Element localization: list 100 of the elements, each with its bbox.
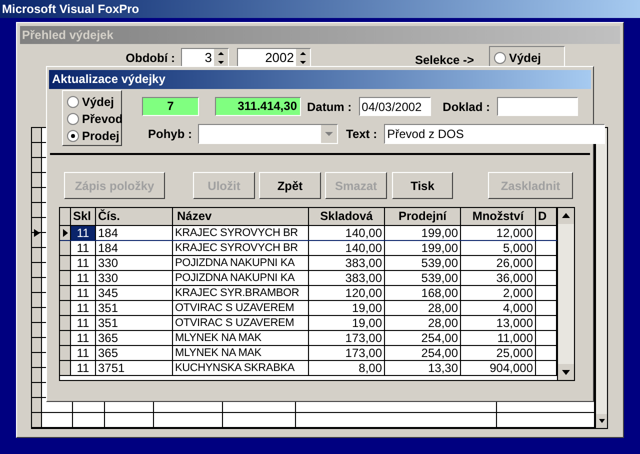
table-cell: 25,000 — [461, 346, 536, 360]
table-cell: 11 — [71, 241, 96, 255]
table-cell: 19,00 — [309, 301, 385, 315]
table-cell: 3751 — [96, 361, 173, 375]
date-field[interactable]: 04/03/2002 — [358, 97, 431, 116]
table-cell: 184 — [96, 241, 173, 255]
table-cell: 11 — [71, 286, 96, 300]
dialog-title-bar: Aktualizace výdejky — [49, 70, 591, 89]
table-row[interactable]: 11 184 KRAJEC SYROVYCH BR 140,00 199,00 12,000 — [60, 226, 557, 241]
radio-button[interactable] — [67, 96, 79, 108]
row-header-cell[interactable] — [60, 301, 71, 315]
scrollbar[interactable] — [557, 208, 574, 380]
spinner-field[interactable]: 2002 — [237, 48, 311, 68]
table-cell: 254,00 — [385, 331, 461, 345]
table-row[interactable]: 11 345 KRAJEC SYR.BRAMBOR 120,00 168,00 2,000 — [60, 286, 557, 301]
table-cell: 351 — [96, 316, 173, 330]
table-cell: 330 — [96, 256, 173, 270]
document-label: Doklad : — [442, 98, 490, 116]
table-cell: 28,00 — [385, 316, 461, 330]
table-row[interactable]: 11 351 OTVIRAC S UZAVEREM 19,00 28,00 4,000 — [60, 301, 557, 316]
window-title: Přehled výdejek — [20, 26, 620, 44]
total-field: 311.414,30 — [215, 97, 301, 116]
table-cell: OTVIRAC S UZAVEREM — [173, 301, 309, 315]
table-cell: 13,30 — [385, 361, 461, 375]
spinner-field[interactable]: 3 — [181, 48, 229, 68]
row-header-cell[interactable] — [60, 271, 71, 285]
radio-button[interactable] — [494, 52, 506, 64]
table-cell: KUCHYNSKA SKRABKA — [173, 361, 309, 375]
table-row[interactable]: 11 365 MLYNEK NA MAK 173,00 254,00 25,000 — [60, 346, 557, 361]
column-header[interactable]: Název — [173, 208, 309, 225]
table-cell: MLYNEK NA MAK — [173, 346, 309, 360]
selection-label: Selekce -> — [415, 52, 474, 69]
row-header-cell[interactable] — [60, 241, 71, 255]
column-header[interactable]: Skladová — [309, 208, 385, 225]
table-cell: 13,000 — [461, 316, 536, 330]
table-cell: 2,000 — [461, 286, 536, 300]
table-cell: 383,00 — [309, 256, 385, 270]
row-header-cell[interactable] — [60, 331, 71, 345]
table-cell: 168,00 — [385, 286, 461, 300]
table-cell: 11 — [71, 361, 96, 375]
table-cell: POJIZDNA NAKUPNI KA — [173, 256, 309, 270]
document-field[interactable] — [497, 97, 578, 116]
table-cell: 199,00 — [385, 226, 461, 240]
table-cell: 539,00 — [385, 271, 461, 285]
table-cell: 28,00 — [385, 301, 461, 315]
toolbar-button[interactable]: Tisk — [392, 172, 453, 199]
table-cell: 345 — [96, 286, 173, 300]
table-cell: 383,00 — [309, 271, 385, 285]
table-row[interactable]: 11 365 MLYNEK NA MAK 173,00 254,00 11,000 — [60, 331, 557, 346]
toolbar-button[interactable]: Zpět — [259, 172, 321, 199]
table-cell: 11 — [71, 316, 96, 330]
radio-option[interactable]: Výdej — [494, 48, 564, 67]
column-header[interactable]: Množství — [461, 208, 536, 225]
movement-dropdown[interactable] — [198, 124, 338, 144]
table-cell: 173,00 — [309, 331, 385, 345]
table-cell: 184 — [96, 226, 173, 240]
table-cell: 140,00 — [309, 226, 385, 240]
down-arrow-icon[interactable] — [596, 414, 607, 428]
column-header[interactable]: Prodejní — [385, 208, 461, 225]
row-pointer-icon — [62, 229, 68, 237]
table-cell: 330 — [96, 271, 173, 285]
table-cell: 36,000 — [461, 271, 536, 285]
row-header-cell[interactable] — [60, 346, 71, 360]
table-cell: 904,000 — [461, 361, 536, 375]
row-header-cell[interactable] — [60, 286, 71, 300]
table-row[interactable]: 11 351 OTVIRAC S UZAVEREM 19,00 28,00 13,000 — [60, 316, 557, 331]
radio-button[interactable] — [67, 130, 79, 142]
table-cell: 120,00 — [309, 286, 385, 300]
table-cell: 12,000 — [461, 226, 536, 240]
table-row[interactable]: 11 3751 KUCHYNSKA SKRABKA 8,00 13,30 904,000 — [60, 361, 557, 376]
radio-button[interactable] — [67, 112, 79, 124]
table-cell: OTVIRAC S UZAVEREM — [173, 316, 309, 330]
column-header[interactable]: Skl — [71, 208, 96, 225]
row-header-cell[interactable] — [60, 316, 71, 330]
table-cell: 199,00 — [385, 241, 461, 255]
table-cell: 11 — [71, 256, 96, 270]
app-title-bar: Microsoft Visual FoxPro — [0, 0, 640, 18]
table-cell: 365 — [96, 346, 173, 360]
table-cell: POJIZDNA NAKUPNI KA — [173, 271, 309, 285]
column-header[interactable]: Čís. — [96, 208, 173, 225]
radio-option[interactable]: Výdej — [67, 92, 114, 111]
table-row[interactable]: 11 330 POJIZDNA NAKUPNI KA 383,00 539,00 36,000 — [60, 271, 557, 286]
table-cell: 539,00 — [385, 256, 461, 270]
table-row[interactable]: 11 184 KRAJEC SYROVYCH BR 140,00 199,00 5,000 — [60, 241, 557, 256]
table-cell: 4,000 — [461, 301, 536, 315]
table-row[interactable]: 11 330 POJIZDNA NAKUPNI KA 383,00 539,00 26,000 — [60, 256, 557, 271]
table-cell: 11 — [71, 301, 96, 315]
text-field[interactable]: Převod z DOS — [384, 124, 606, 144]
table-cell: 140,00 — [309, 241, 385, 255]
column-header[interactable]: D — [536, 208, 557, 225]
row-header-cell[interactable] — [60, 256, 71, 270]
table-cell: 365 — [96, 331, 173, 345]
table-cell: 11 — [71, 331, 96, 345]
radio-option[interactable]: Prodej — [67, 126, 120, 145]
count-field: 7 — [142, 97, 199, 116]
row-header-cell[interactable] — [60, 361, 71, 375]
table-cell: KRAJEC SYROVYCH BR — [173, 226, 309, 240]
row-header-cell[interactable] — [60, 226, 71, 240]
table-cell: 5,000 — [461, 241, 536, 255]
table-cell: MLYNEK NA MAK — [173, 331, 309, 345]
